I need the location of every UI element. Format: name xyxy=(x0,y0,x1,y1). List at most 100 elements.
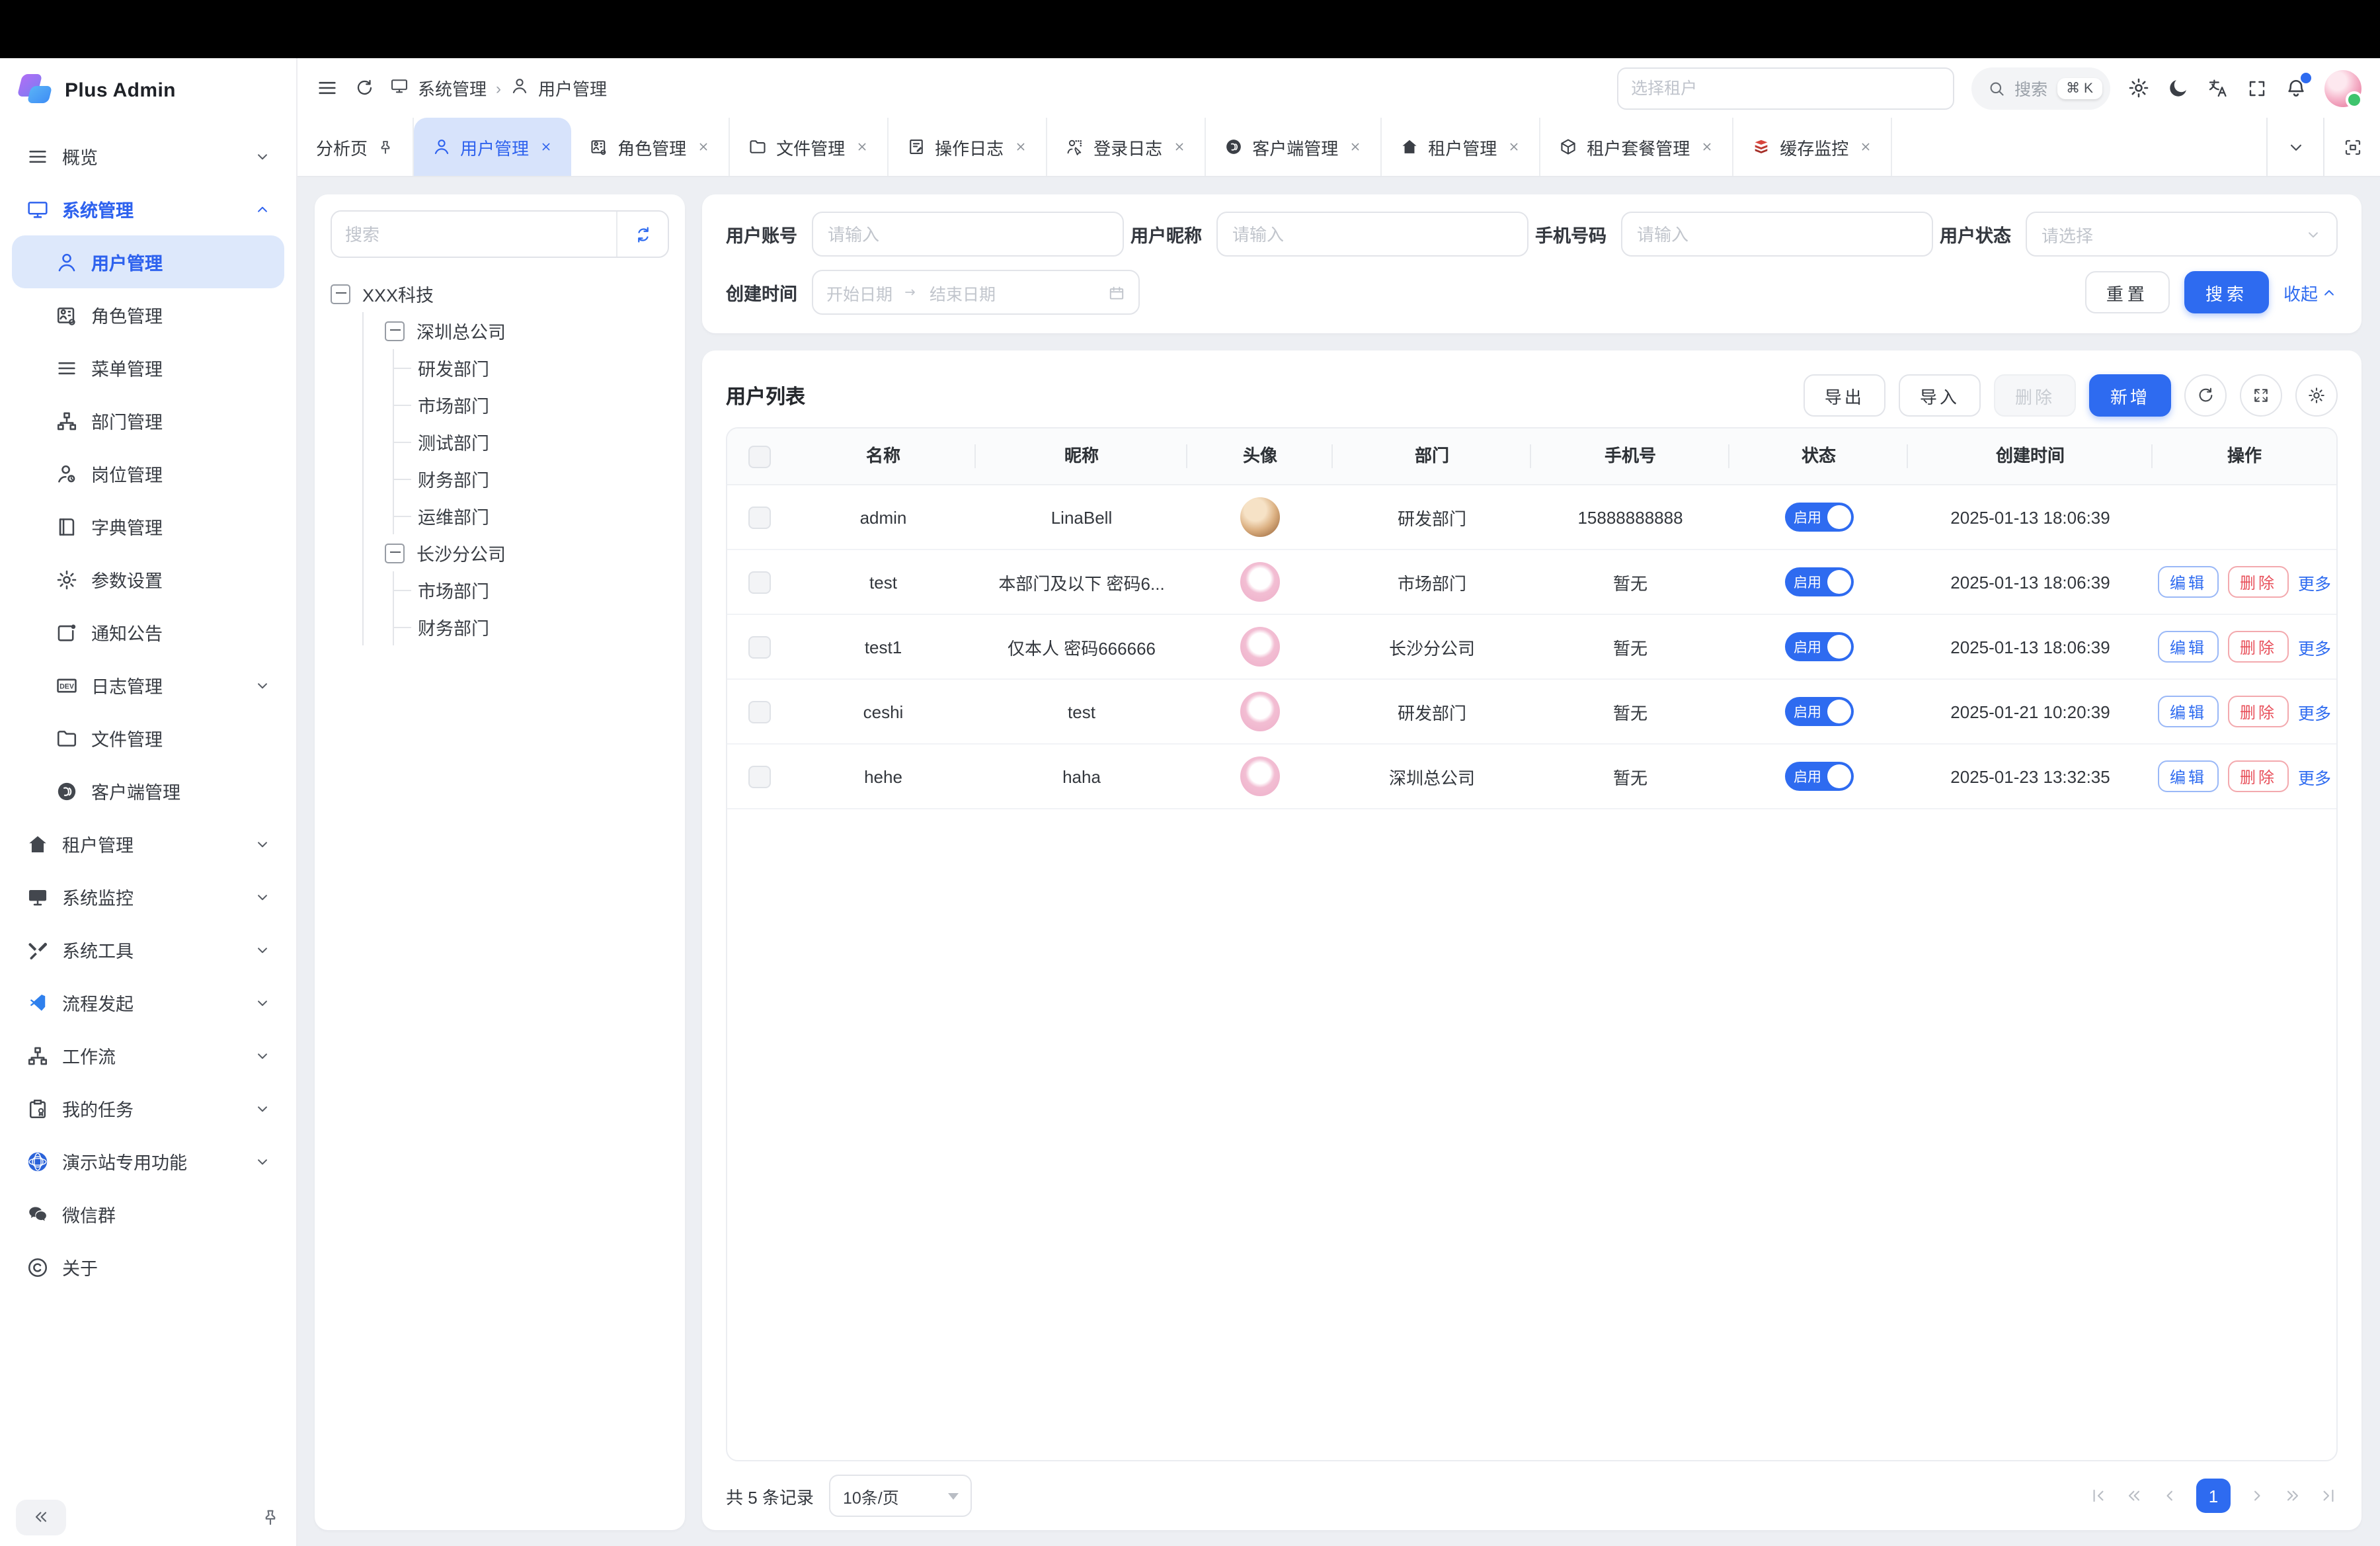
row-checkbox[interactable] xyxy=(748,635,770,658)
fast-prev-icon[interactable] xyxy=(2125,1486,2143,1505)
tree-collapse-icon[interactable] xyxy=(331,284,350,304)
tab-角色管理[interactable]: 角色管理 xyxy=(571,118,730,176)
sidebar-item-日志管理[interactable]: DEV日志管理 xyxy=(12,659,284,712)
tree-node-XXX科技[interactable]: XXX科技 xyxy=(331,275,669,312)
tab-close-icon[interactable] xyxy=(1013,140,1027,153)
sidebar-item-系统工具[interactable]: 系统工具 xyxy=(12,923,284,976)
status-toggle[interactable]: 启用 xyxy=(1784,632,1853,661)
sidebar-item-菜单管理[interactable]: 菜单管理 xyxy=(12,341,284,394)
tree-node-测试部门[interactable]: 测试部门 xyxy=(394,423,669,460)
account-input[interactable] xyxy=(812,212,1124,257)
row-checkbox[interactable] xyxy=(748,571,770,593)
breadcrumb-item[interactable]: 系统管理 xyxy=(418,75,487,101)
settings-gear-icon[interactable] xyxy=(2127,77,2150,99)
tab-close-icon[interactable] xyxy=(1347,140,1362,153)
tab-close-icon[interactable] xyxy=(1858,140,1872,153)
edit-button[interactable]: 编辑 xyxy=(2158,696,2219,727)
nickname-input[interactable] xyxy=(1216,212,1528,257)
status-toggle[interactable]: 启用 xyxy=(1784,762,1853,791)
phone-input[interactable] xyxy=(1621,212,1933,257)
sidebar-item-通知公告[interactable]: 通知公告 xyxy=(12,606,284,659)
sidebar-item-概览[interactable]: 概览 xyxy=(12,130,284,183)
tree-refresh-icon[interactable] xyxy=(616,212,668,257)
select-all-checkbox[interactable] xyxy=(748,445,770,468)
sidebar-pin-button[interactable] xyxy=(260,1507,280,1527)
tree-node-研发部门[interactable]: 研发部门 xyxy=(394,349,669,386)
tab-close-icon[interactable] xyxy=(1699,140,1714,153)
tree-node-财务部门[interactable]: 财务部门 xyxy=(394,460,669,497)
tree-collapse-icon[interactable] xyxy=(385,321,405,341)
fast-next-icon[interactable] xyxy=(2283,1486,2302,1505)
refresh-icon[interactable] xyxy=(354,78,374,98)
tab-用户管理[interactable]: 用户管理 xyxy=(414,118,571,176)
row-checkbox[interactable] xyxy=(748,506,770,528)
current-page-button[interactable]: 1 xyxy=(2196,1479,2231,1513)
sidebar-collapse-button[interactable] xyxy=(16,1499,66,1535)
tree-node-长沙分公司[interactable]: 长沙分公司 xyxy=(364,534,669,571)
page-size-select[interactable]: 10条/页 xyxy=(830,1475,972,1517)
tab-close-icon[interactable] xyxy=(854,140,869,153)
content-fullscreen-button[interactable] xyxy=(2323,118,2380,176)
sidebar-item-字典管理[interactable]: 字典管理 xyxy=(12,500,284,553)
sidebar-item-岗位管理[interactable]: 岗位管理 xyxy=(12,447,284,500)
row-checkbox[interactable] xyxy=(748,700,770,723)
sidebar-item-系统管理[interactable]: 系统管理 xyxy=(12,183,284,235)
collapse-filters-link[interactable]: 收起 xyxy=(2283,280,2338,305)
tab-客户端管理[interactable]: 客户端管理 xyxy=(1206,118,1382,176)
tree-node-市场部门[interactable]: 市场部门 xyxy=(394,386,669,423)
sidebar-item-系统监控[interactable]: 系统监控 xyxy=(12,870,284,923)
sidebar-item-角色管理[interactable]: 角色管理 xyxy=(12,288,284,341)
tab-close-icon[interactable] xyxy=(1171,140,1186,153)
import-button[interactable]: 导入 xyxy=(1899,374,1981,417)
dark-mode-moon-icon[interactable] xyxy=(2167,77,2190,99)
more-actions-link[interactable]: 更多 xyxy=(2298,764,2331,789)
fullscreen-icon[interactable] xyxy=(2246,77,2268,99)
next-page-icon[interactable] xyxy=(2248,1486,2266,1505)
hamburger-menu-icon[interactable] xyxy=(316,77,338,99)
tab-缓存监控[interactable]: 缓存监控 xyxy=(1733,118,1892,176)
row-delete-button[interactable]: 删除 xyxy=(2228,760,2289,792)
export-button[interactable]: 导出 xyxy=(1804,374,1885,417)
tree-node-深圳总公司[interactable]: 深圳总公司 xyxy=(364,312,669,349)
date-range-picker[interactable]: 开始日期 结束日期 xyxy=(812,270,1140,315)
breadcrumb-item[interactable]: 用户管理 xyxy=(538,75,607,101)
search-button[interactable]: 搜索 xyxy=(2184,271,2269,313)
tabs-dropdown-button[interactable] xyxy=(2266,118,2323,176)
sidebar-item-关于[interactable]: 关于 xyxy=(12,1241,284,1293)
tab-操作日志[interactable]: 操作日志 xyxy=(889,118,1047,176)
first-page-icon[interactable] xyxy=(2089,1486,2108,1505)
tab-close-icon[interactable] xyxy=(695,140,710,153)
sidebar-item-部门管理[interactable]: 部门管理 xyxy=(12,394,284,447)
tab-分析页[interactable]: 分析页 xyxy=(298,118,414,176)
tree-node-财务部门[interactable]: 财务部门 xyxy=(394,608,669,645)
edit-button[interactable]: 编辑 xyxy=(2158,631,2219,663)
status-select[interactable]: 请选择 xyxy=(2026,212,2338,257)
tab-租户管理[interactable]: 租户管理 xyxy=(1382,118,1540,176)
tree-search-input[interactable] xyxy=(332,212,616,257)
row-delete-button[interactable]: 删除 xyxy=(2228,696,2289,727)
sidebar-item-客户端管理[interactable]: 客户端管理 xyxy=(12,764,284,817)
tab-close-icon[interactable] xyxy=(1506,140,1521,153)
prev-page-icon[interactable] xyxy=(2161,1486,2179,1505)
tab-close-icon[interactable] xyxy=(538,140,553,153)
reset-button[interactable]: 重置 xyxy=(2085,271,2170,313)
table-fullscreen-icon[interactable] xyxy=(2240,374,2282,417)
status-toggle[interactable]: 启用 xyxy=(1784,697,1853,726)
edit-button[interactable]: 编辑 xyxy=(2158,760,2219,792)
delete-button[interactable]: 删除 xyxy=(1994,374,2076,417)
notification-bell-icon[interactable] xyxy=(2285,77,2307,99)
row-checkbox[interactable] xyxy=(748,765,770,788)
status-toggle[interactable]: 启用 xyxy=(1784,567,1853,596)
table-refresh-icon[interactable] xyxy=(2184,374,2227,417)
more-actions-link[interactable]: 更多 xyxy=(2298,569,2331,594)
language-translate-icon[interactable] xyxy=(2207,77,2229,99)
table-settings-icon[interactable] xyxy=(2295,374,2338,417)
tab-文件管理[interactable]: 文件管理 xyxy=(730,118,889,176)
tree-node-运维部门[interactable]: 运维部门 xyxy=(394,497,669,534)
tenant-select-input[interactable] xyxy=(1616,67,1954,109)
sidebar-item-我的任务[interactable]: 我的任务 xyxy=(12,1082,284,1135)
edit-button[interactable]: 编辑 xyxy=(2158,566,2219,598)
tab-登录日志[interactable]: 登录日志 xyxy=(1047,118,1206,176)
tab-租户套餐管理[interactable]: 租户套餐管理 xyxy=(1540,118,1733,176)
tree-node-市场部门[interactable]: 市场部门 xyxy=(394,571,669,608)
